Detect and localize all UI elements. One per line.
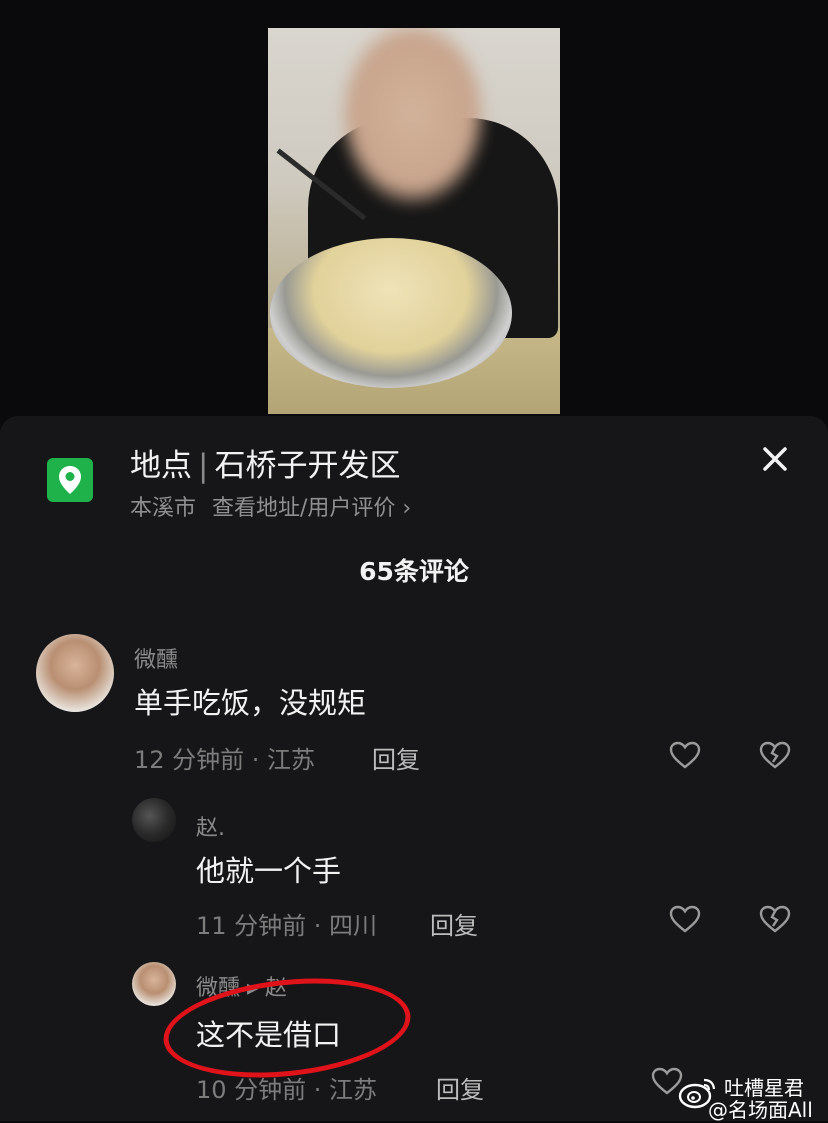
location-name: 石桥子开发区	[214, 448, 401, 484]
reply-button[interactable]: 回复	[372, 740, 420, 775]
avatar[interactable]	[36, 634, 114, 712]
comment-text: 他就一个手	[196, 854, 342, 888]
dislike-icon[interactable]	[758, 904, 792, 934]
close-icon[interactable]	[758, 442, 792, 476]
comment-meta: 12 分钟前 · 江苏	[134, 746, 316, 774]
location-link[interactable]: 查看地址/用户评价 ›	[212, 496, 411, 521]
blurred-face	[338, 28, 488, 208]
comment-username[interactable]: 赵.	[196, 810, 225, 842]
watermark-line2: @名场面All	[708, 1098, 813, 1122]
dislike-icon[interactable]	[758, 740, 792, 770]
noodle-bowl	[270, 238, 512, 388]
comment-text: 单手吃饭，没规矩	[134, 686, 367, 720]
comments-count: 65条评论	[359, 557, 469, 586]
video-frame[interactable]	[268, 28, 560, 414]
location-subtitle[interactable]: 本溪市 查看地址/用户评价 ›	[130, 490, 411, 522]
reply-button[interactable]: 回复	[436, 1070, 484, 1105]
location-city: 本溪市	[130, 496, 197, 521]
avatar[interactable]	[132, 798, 176, 842]
location-label: 地点	[130, 448, 192, 484]
location-pin-icon[interactable]	[47, 458, 93, 502]
location-separator: |	[198, 448, 209, 484]
avatar[interactable]	[132, 962, 176, 1006]
reply-button[interactable]: 回复	[430, 906, 478, 941]
heart-icon[interactable]	[668, 740, 702, 770]
location-title[interactable]: 地点 | 石桥子开发区	[130, 440, 400, 485]
heart-icon[interactable]	[668, 904, 702, 934]
comment-username[interactable]: 微醺	[134, 642, 178, 674]
comment-meta: 11 分钟前 · 四川	[196, 912, 378, 940]
